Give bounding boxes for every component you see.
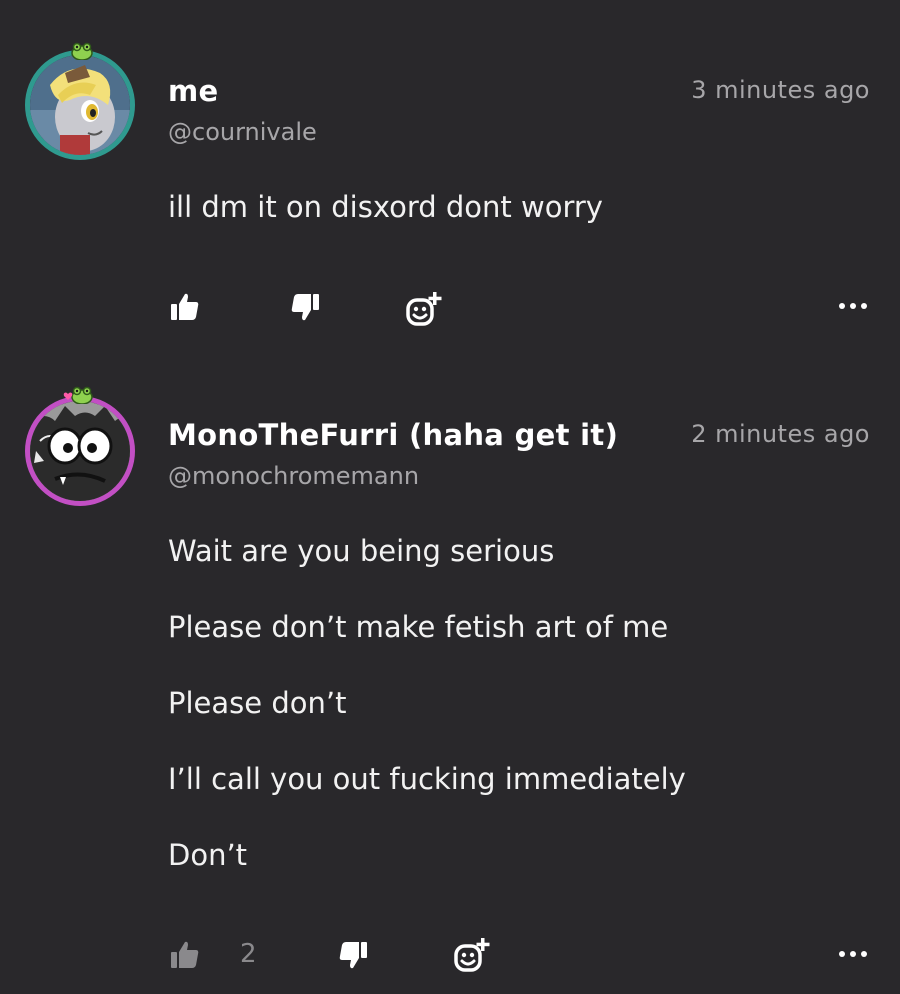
more-options-button[interactable] [836,944,870,964]
user-avatar-cartoon[interactable] [25,396,135,506]
thumbs-up-icon [171,941,199,968]
heart-icon [63,386,73,400]
comment-text-line: Please don’t make fetish art of me [168,610,669,644]
comment-2: MonoTheFurri (haha get it) @monochromema… [0,0,900,994]
more-options-icon [839,951,867,957]
like-button[interactable] [168,938,202,972]
add-reaction-icon [454,938,490,972]
add-reaction-button[interactable] [453,936,491,974]
like-count: 2 [240,939,257,969]
username[interactable]: MonoTheFurri (haha get it) [168,418,618,452]
frog-badge-icon [71,386,93,405]
comment-text-line: Wait are you being serious [168,534,555,568]
comment-text-line: Don’t [168,838,248,872]
user-handle[interactable]: @monochromemann [168,462,419,490]
comment-text-line: Please don’t [168,686,347,720]
dislike-button[interactable] [336,938,370,972]
thumbs-down-icon [339,942,367,969]
comment-text-line: I’ll call you out fucking immediately [168,762,686,796]
timestamp: 2 minutes ago [691,420,870,448]
